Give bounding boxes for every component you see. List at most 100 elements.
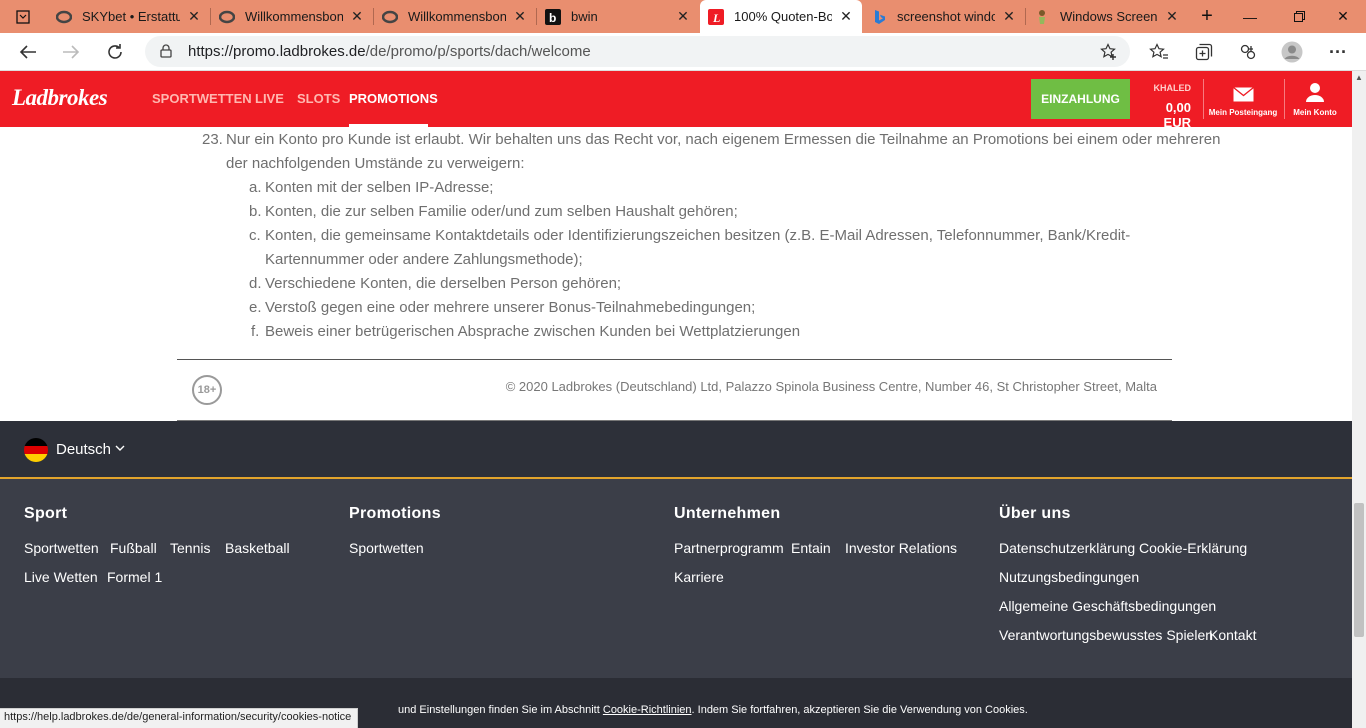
close-icon[interactable]: ✕ bbox=[1001, 8, 1017, 25]
window-menu-icon[interactable] bbox=[0, 0, 46, 33]
bwin-icon: b bbox=[545, 8, 561, 25]
add-favorite-icon[interactable] bbox=[1100, 43, 1118, 66]
footer-heading-sport: Sport bbox=[24, 505, 68, 522]
browser-tab-active[interactable]: L 100% Quoten-Boost ✕ bbox=[700, 0, 862, 33]
footer-link[interactable]: Sportwetten bbox=[349, 540, 424, 556]
browser-tab-strip: SKYbet • Erstattungen ✕ Willkommensbonus… bbox=[0, 0, 1366, 33]
footer-link[interactable]: Allgemeine Geschäftsbedingungen bbox=[999, 598, 1216, 614]
footer-link[interactable]: Kontakt bbox=[1209, 627, 1256, 643]
close-icon[interactable]: ✕ bbox=[675, 8, 691, 25]
browser-tab[interactable]: SKYbet • Erstattungen ✕ bbox=[48, 0, 210, 33]
cookie-text-after: . Indem Sie fortfahren, akzeptieren Sie … bbox=[691, 704, 1028, 716]
close-icon[interactable]: ✕ bbox=[349, 8, 365, 25]
favorites-icon[interactable] bbox=[1144, 37, 1174, 67]
new-tab-icon[interactable]: + bbox=[1188, 0, 1226, 33]
cookie-text-before: und Einstellungen finden Sie im Abschnit… bbox=[398, 704, 600, 716]
close-icon[interactable]: ✕ bbox=[512, 8, 528, 25]
footer-link[interactable]: Nutzungsbedingungen bbox=[999, 569, 1139, 585]
footer-link[interactable]: Formel 1 bbox=[107, 569, 162, 585]
terms-subitem: Beweis einer betrügerischen Absprache zw… bbox=[265, 323, 801, 340]
close-icon[interactable]: ✕ bbox=[1164, 8, 1180, 25]
back-arrow-icon[interactable] bbox=[13, 37, 43, 67]
tab-title: screenshot window bbox=[897, 9, 995, 24]
cookie-policy-link[interactable]: Cookie-Richtlinien bbox=[603, 704, 692, 716]
page-scrollbar[interactable]: ▲ bbox=[1352, 71, 1366, 728]
extensions-icon[interactable] bbox=[1233, 37, 1263, 67]
inbox-button[interactable]: Mein Posteingang bbox=[1208, 79, 1278, 124]
nav-sportwetten[interactable]: SPORTWETTEN bbox=[152, 91, 252, 106]
tab-title: 100% Quoten-Boost bbox=[734, 9, 832, 24]
footer-link[interactable]: Live Wetten bbox=[24, 569, 98, 585]
window-close-icon[interactable]: ✕ bbox=[1320, 0, 1366, 33]
close-icon[interactable]: ✕ bbox=[838, 8, 854, 25]
language-selector[interactable]: Deutsch bbox=[56, 441, 111, 458]
footer-link[interactable]: Karriere bbox=[674, 569, 724, 585]
sport-ring-icon bbox=[56, 9, 72, 25]
profile-avatar-icon[interactable] bbox=[1277, 37, 1307, 67]
more-menu-icon[interactable]: ··· bbox=[1323, 37, 1353, 67]
chevron-down-icon[interactable] bbox=[115, 441, 125, 455]
ladbrokes-icon: L bbox=[708, 8, 724, 25]
minimize-icon[interactable]: — bbox=[1227, 0, 1273, 33]
close-icon[interactable]: ✕ bbox=[186, 8, 202, 25]
browser-tab[interactable]: Willkommensbonus ✕ bbox=[374, 0, 536, 33]
footer-link[interactable]: Tennis bbox=[170, 540, 210, 556]
wikihow-icon bbox=[1034, 9, 1050, 25]
terms-item-number: 23. bbox=[202, 131, 223, 148]
footer-link[interactable]: Partnerprogramm bbox=[674, 540, 784, 556]
lock-icon[interactable] bbox=[160, 44, 172, 63]
language-bar: Deutsch bbox=[0, 421, 1352, 479]
footer-link[interactable]: Fußball bbox=[110, 540, 157, 556]
terms-content: 23. Nur ein Konto pro Kunde ist erlaubt.… bbox=[0, 127, 1352, 421]
footer-link[interactable]: Verantwortungsbewusstes Spielen bbox=[999, 627, 1213, 643]
tab-title: Willkommensbonus bbox=[245, 9, 343, 24]
copyright-text: © 2020 Ladbrokes (Deutschland) Ltd, Pala… bbox=[505, 379, 1157, 394]
terms-subitem-cont: Kartennummer oder andere Zahlungsmethode… bbox=[265, 251, 583, 268]
tab-title: Willkommensbonus bbox=[408, 9, 506, 24]
footer-link[interactable]: Cookie-Erklärung bbox=[1139, 540, 1247, 556]
reload-icon[interactable] bbox=[100, 37, 130, 67]
sport-ring-icon bbox=[382, 9, 398, 25]
address-bar: https://promo.ladbrokes.de/de/promo/p/sp… bbox=[0, 33, 1366, 71]
deposit-button[interactable]: EINZAHLUNG bbox=[1031, 79, 1130, 119]
account-label: Mein Konto bbox=[1293, 108, 1337, 117]
ladbrokes-logo[interactable]: Ladbrokes bbox=[12, 85, 108, 111]
envelope-icon bbox=[1233, 86, 1254, 107]
url-input[interactable]: https://promo.ladbrokes.de/de/promo/p/sp… bbox=[145, 36, 1130, 67]
footer-link[interactable]: Basketball bbox=[225, 540, 290, 556]
nav-slots[interactable]: SLOTS bbox=[297, 91, 340, 106]
footer-heading-unternehmen: Unternehmen bbox=[674, 505, 781, 522]
terms-subitem: Verschiedene Konten, die derselben Perso… bbox=[265, 275, 622, 292]
url-host: https://promo.ladbrokes.de bbox=[188, 43, 366, 60]
browser-status-url: https://help.ladbrokes.de/de/general-inf… bbox=[0, 708, 359, 728]
footer-link[interactable]: Datenschutzerklärung bbox=[999, 540, 1135, 556]
footer-link[interactable]: Investor Relations bbox=[845, 540, 957, 556]
terms-subitem: Konten mit der selben IP-Adresse; bbox=[265, 179, 494, 196]
forward-arrow-icon[interactable] bbox=[56, 37, 86, 67]
scrollbar-thumb[interactable] bbox=[1354, 503, 1364, 637]
svg-text:b: b bbox=[549, 11, 556, 25]
footer-heading-promotions: Promotions bbox=[349, 505, 441, 522]
footer-link[interactable]: Entain bbox=[791, 540, 831, 556]
nav-live[interactable]: LIVE bbox=[255, 91, 284, 106]
nav-promotions[interactable]: PROMOTIONS bbox=[349, 91, 438, 106]
user-icon bbox=[1306, 82, 1324, 107]
browser-tab[interactable]: b bwin ✕ bbox=[537, 0, 699, 33]
account-balance[interactable]: 0,00 EUR bbox=[1136, 100, 1191, 130]
collections-icon[interactable] bbox=[1189, 37, 1219, 67]
cookie-text: und Einstellungen finden Sie im Abschnit… bbox=[398, 704, 1028, 716]
scroll-up-arrow-icon[interactable]: ▲ bbox=[1352, 71, 1366, 85]
restore-icon[interactable] bbox=[1276, 0, 1322, 33]
sport-ring-icon bbox=[219, 9, 235, 25]
browser-tab[interactable]: screenshot window ✕ bbox=[863, 0, 1025, 33]
germany-flag-icon[interactable] bbox=[24, 438, 48, 462]
account-button[interactable]: Mein Konto bbox=[1280, 79, 1350, 124]
terms-subitem-letter: a. bbox=[249, 179, 262, 196]
terms-item-text-cont: der nachfolgenden Umstände zu verweigern… bbox=[226, 155, 525, 172]
tab-title: Windows Screenshot bbox=[1060, 9, 1158, 24]
browser-tab[interactable]: Willkommensbonus ✕ bbox=[211, 0, 373, 33]
browser-tab[interactable]: Windows Screenshot ✕ bbox=[1026, 0, 1188, 33]
url-path: /de/promo/p/sports/dach/welcome bbox=[365, 43, 591, 60]
tab-title: SKYbet • Erstattungen bbox=[82, 9, 180, 24]
footer-link[interactable]: Sportwetten bbox=[24, 540, 99, 556]
